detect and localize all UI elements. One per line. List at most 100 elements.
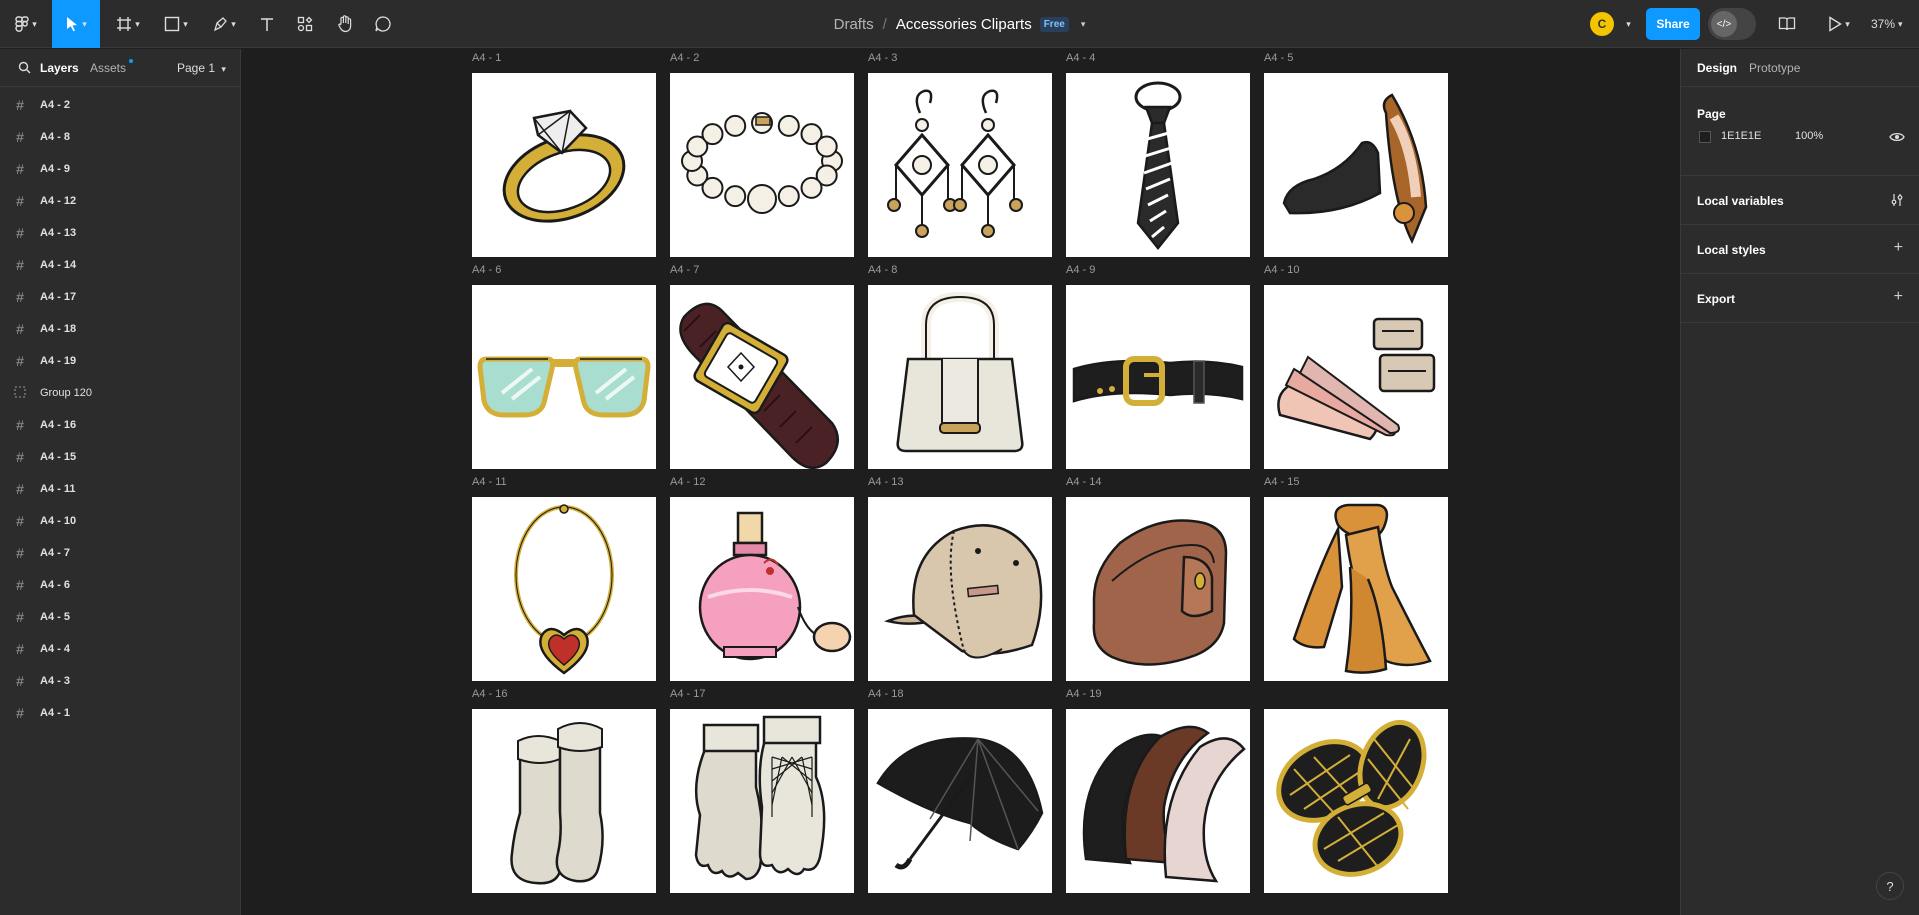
layer-row[interactable]: # A4 - 15 bbox=[0, 441, 240, 473]
help-button[interactable]: ? bbox=[1876, 872, 1904, 900]
zoom-menu[interactable]: 37% ▾ bbox=[1871, 0, 1903, 48]
frame[interactable] bbox=[868, 709, 1052, 893]
frame-label[interactable]: A4 - 3 bbox=[868, 52, 897, 64]
main-menu-button[interactable]: ▾ bbox=[8, 0, 44, 48]
library-button[interactable] bbox=[1774, 0, 1800, 48]
frame-label[interactable]: A4 - 18 bbox=[868, 688, 903, 700]
add-style-plus-icon[interactable]: + bbox=[1894, 239, 1903, 257]
chevron-down-icon: ▾ bbox=[1845, 18, 1850, 29]
move-tool-button[interactable]: ▾ bbox=[52, 0, 100, 48]
frame[interactable] bbox=[670, 285, 854, 469]
page-color-swatch[interactable] bbox=[1699, 131, 1711, 143]
frame-tool-button[interactable]: ▾ bbox=[108, 0, 148, 48]
frame[interactable] bbox=[1066, 497, 1250, 681]
frame[interactable] bbox=[868, 497, 1052, 681]
frame-label[interactable]: A4 - 13 bbox=[868, 476, 903, 488]
frame-label[interactable]: A4 - 1 bbox=[472, 52, 501, 64]
resources-button[interactable] bbox=[290, 0, 320, 48]
frame-label[interactable]: A4 - 10 bbox=[1264, 264, 1299, 276]
frame[interactable] bbox=[472, 73, 656, 257]
frame-label[interactable]: A4 - 5 bbox=[1264, 52, 1293, 64]
page-select[interactable]: Page 1 ▾ bbox=[177, 61, 226, 75]
frame[interactable] bbox=[670, 497, 854, 681]
frame-label[interactable]: A4 - 15 bbox=[1264, 476, 1299, 488]
multiplayer-menu-button[interactable]: ▾ bbox=[1620, 0, 1634, 48]
frame-label[interactable]: A4 - 16 bbox=[472, 688, 507, 700]
frame-label[interactable]: A4 - 19 bbox=[1066, 688, 1101, 700]
frame[interactable] bbox=[1264, 709, 1448, 893]
frame[interactable] bbox=[670, 73, 854, 257]
frame-label[interactable]: A4 - 11 bbox=[472, 476, 507, 488]
layer-row[interactable]: # A4 - 7 bbox=[0, 537, 240, 569]
frame[interactable] bbox=[670, 709, 854, 893]
handbag-icon bbox=[896, 291, 1024, 453]
layer-row[interactable]: # A4 - 5 bbox=[0, 601, 240, 633]
layer-row[interactable]: # A4 - 16 bbox=[0, 409, 240, 441]
frame-label[interactable]: A4 - 4 bbox=[1066, 52, 1095, 64]
frame[interactable] bbox=[1066, 73, 1250, 257]
local-variables-section[interactable]: Local variables bbox=[1681, 176, 1919, 225]
avatar[interactable]: C bbox=[1590, 12, 1614, 36]
layer-row[interactable]: # A4 - 19 bbox=[0, 345, 240, 377]
pen-tool-button[interactable]: ▾ bbox=[204, 0, 244, 48]
eye-icon[interactable] bbox=[1889, 131, 1905, 143]
layer-row[interactable]: # A4 - 14 bbox=[0, 249, 240, 281]
layer-row[interactable]: # A4 - 3 bbox=[0, 665, 240, 697]
frame-label[interactable]: A4 - 7 bbox=[670, 264, 699, 276]
frame-label[interactable]: A4 - 9 bbox=[1066, 264, 1095, 276]
tab-assets[interactable]: Assets bbox=[90, 61, 126, 75]
share-button[interactable]: Share bbox=[1646, 8, 1700, 40]
layer-row[interactable]: # A4 - 6 bbox=[0, 569, 240, 601]
breadcrumb-separator: / bbox=[882, 15, 887, 33]
layer-row[interactable]: # A4 - 11 bbox=[0, 473, 240, 505]
frame[interactable] bbox=[1264, 285, 1448, 469]
breadcrumb-drafts-link[interactable]: Drafts bbox=[834, 16, 874, 33]
variables-icon[interactable] bbox=[1890, 193, 1904, 207]
frame-label[interactable]: A4 - 17 bbox=[670, 688, 705, 700]
add-export-plus-icon[interactable]: + bbox=[1894, 288, 1903, 306]
search-icon[interactable] bbox=[18, 61, 31, 74]
frame[interactable] bbox=[472, 497, 656, 681]
layer-row[interactable]: # A4 - 2 bbox=[0, 89, 240, 121]
frame-label[interactable]: A4 - 12 bbox=[670, 476, 705, 488]
shape-tool-button[interactable]: ▾ bbox=[156, 0, 196, 48]
tab-prototype[interactable]: Prototype bbox=[1749, 61, 1800, 75]
layer-row[interactable]: # A4 - 10 bbox=[0, 505, 240, 537]
frame-label[interactable]: A4 - 2 bbox=[670, 52, 699, 64]
frame-label[interactable]: A4 - 8 bbox=[868, 264, 897, 276]
layer-row[interactable]: # A4 - 12 bbox=[0, 185, 240, 217]
tab-design[interactable]: Design bbox=[1697, 61, 1737, 75]
frame[interactable] bbox=[1066, 709, 1250, 893]
file-menu-chevron-icon[interactable]: ▾ bbox=[1081, 19, 1086, 30]
layer-row[interactable]: # A4 - 1 bbox=[0, 697, 240, 729]
frame[interactable] bbox=[472, 285, 656, 469]
frame-label[interactable]: A4 - 14 bbox=[1066, 476, 1101, 488]
chevron-down-icon: ▾ bbox=[183, 18, 188, 29]
text-tool-button[interactable] bbox=[252, 0, 282, 48]
canvas[interactable]: A4 - 1 A4 - 2 A4 - 3 A4 - 4 A4 - 5 A4 - 6 A4 -… bbox=[242, 49, 1679, 915]
layer-row[interactable]: # A4 - 9 bbox=[0, 153, 240, 185]
layer-row[interactable]: # A4 - 17 bbox=[0, 281, 240, 313]
frame[interactable] bbox=[1264, 73, 1448, 257]
frame[interactable] bbox=[472, 709, 656, 893]
layer-row[interactable]: # A4 - 13 bbox=[0, 217, 240, 249]
frame-label[interactable]: A4 - 6 bbox=[472, 264, 501, 276]
frame[interactable] bbox=[868, 285, 1052, 469]
page-section: Page 1E1E1E 100% bbox=[1681, 87, 1919, 176]
comment-tool-button[interactable] bbox=[368, 0, 398, 48]
present-button[interactable]: ▾ bbox=[1820, 0, 1858, 48]
layer-row[interactable]: # A4 - 8 bbox=[0, 121, 240, 153]
file-name[interactable]: Accessories Cliparts bbox=[896, 16, 1032, 33]
layer-row[interactable]: # A4 - 18 bbox=[0, 313, 240, 345]
page-color-value[interactable]: 1E1E1E bbox=[1721, 130, 1761, 142]
layer-label: A4 - 18 bbox=[40, 323, 77, 335]
dev-mode-toggle[interactable]: </> bbox=[1708, 8, 1756, 40]
frame[interactable] bbox=[1066, 285, 1250, 469]
tab-layers[interactable]: Layers bbox=[40, 61, 79, 75]
page-opacity-value[interactable]: 100% bbox=[1795, 130, 1823, 142]
layer-row[interactable]: Group 120 bbox=[0, 377, 240, 409]
frame[interactable] bbox=[1264, 497, 1448, 681]
layer-row[interactable]: # A4 - 4 bbox=[0, 633, 240, 665]
frame[interactable] bbox=[868, 73, 1052, 257]
hand-tool-button[interactable] bbox=[330, 0, 360, 48]
